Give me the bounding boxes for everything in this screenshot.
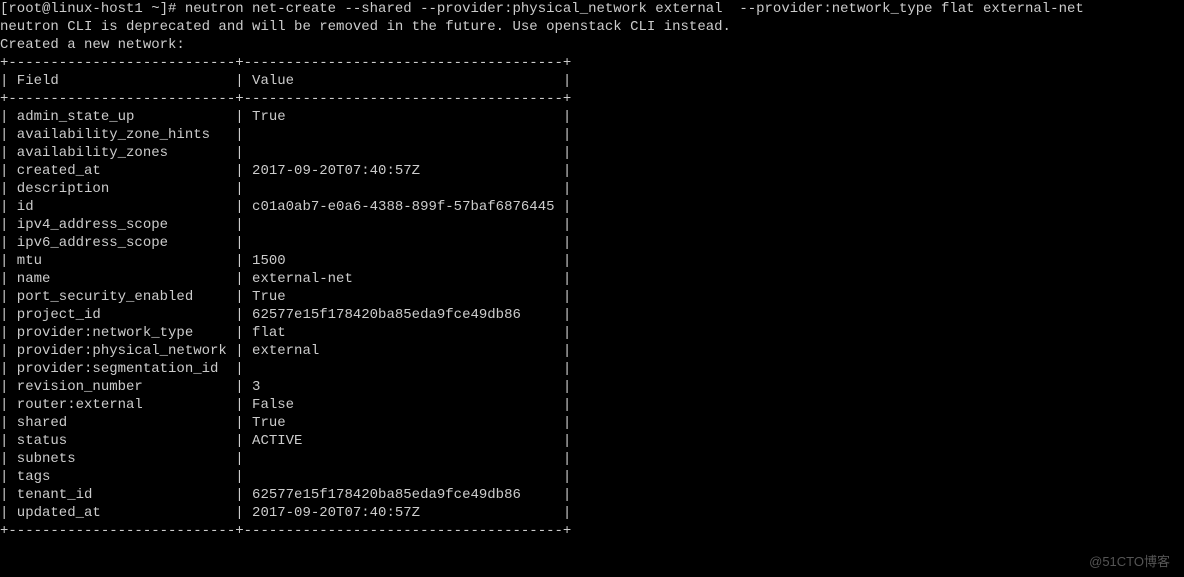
terminal-output[interactable]: [root@linux-host1 ~]# neutron net-create…: [0, 0, 1184, 540]
watermark-label: @51CTO博客: [1089, 553, 1170, 571]
